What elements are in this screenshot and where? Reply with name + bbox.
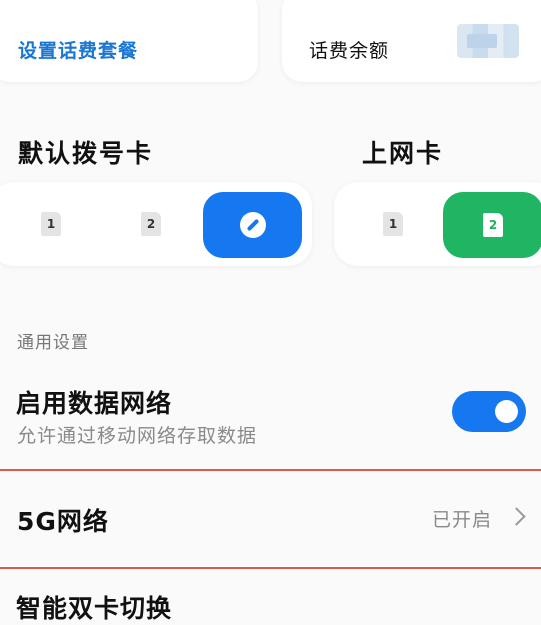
dial-sim1-option[interactable]: 1	[41, 212, 61, 236]
balance-card[interactable]: 话费余额	[282, 0, 541, 82]
divider-bottom	[0, 567, 541, 569]
balance-blurred-value	[457, 24, 519, 58]
chevron-right-icon[interactable]	[507, 507, 526, 526]
dial-smart-option[interactable]	[203, 192, 302, 258]
enable-data-toggle[interactable]	[452, 391, 526, 432]
g5-status: 已开启	[432, 509, 493, 531]
smart-switch-icon	[239, 212, 266, 238]
data-card-title: 上网卡	[362, 139, 444, 168]
sim2-label: 2	[146, 217, 156, 231]
dial-sim2-option[interactable]: 2	[141, 212, 161, 236]
g5-network-title[interactable]: 5G网络	[17, 502, 109, 538]
default-dial-card-title: 默认拨号卡	[18, 139, 154, 168]
data-sim2-label: 2	[488, 218, 498, 232]
general-settings-label: 通用设置	[17, 333, 89, 353]
sim-card-icon: 2	[483, 213, 503, 237]
balance-label: 话费余额	[309, 40, 390, 62]
divider-top	[0, 469, 541, 471]
enable-data-title: 启用数据网络	[16, 389, 173, 418]
set-plan-card[interactable]: 设置话费套餐	[0, 0, 258, 82]
data-sim2-option-selected[interactable]: 2	[443, 192, 541, 258]
data-sim1-option[interactable]: 1	[383, 212, 403, 236]
data-sim1-label: 1	[388, 217, 398, 231]
enable-data-subtitle: 允许通过移动网络存取数据	[17, 425, 258, 447]
set-plan-link[interactable]: 设置话费套餐	[18, 36, 138, 63]
sim1-label: 1	[46, 217, 56, 231]
toggle-knob	[495, 400, 518, 423]
smart-dual-card-title[interactable]: 智能双卡切换	[16, 589, 172, 625]
